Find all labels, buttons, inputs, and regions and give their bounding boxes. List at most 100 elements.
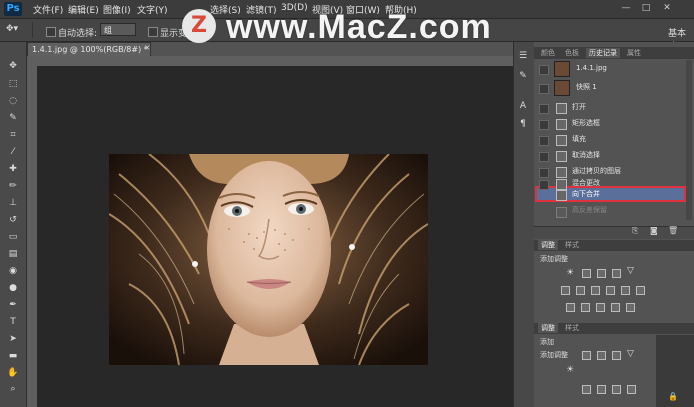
brightness-icon[interactable]: ☀ <box>566 365 574 375</box>
invert-icon[interactable] <box>566 303 575 312</box>
document-close-icon[interactable]: × <box>144 43 151 52</box>
snapshot-name[interactable]: 1.4.1.jpg <box>576 61 607 75</box>
history-panel-icon[interactable]: ☰ <box>516 50 530 62</box>
channel-mixer-icon[interactable] <box>621 286 630 295</box>
auto-select-dropdown[interactable]: 组 <box>100 23 136 36</box>
show-transform-checkbox[interactable] <box>148 27 158 37</box>
history-brush-icon[interactable]: ↺ <box>6 214 20 226</box>
stamp-icon[interactable]: ⊥ <box>6 197 20 209</box>
quick-select-icon[interactable]: ✎ <box>6 112 20 124</box>
history-item[interactable]: 取消选择 <box>572 148 600 162</box>
close-button[interactable]: ✕ <box>660 2 674 14</box>
menu-image[interactable]: 图像(I) <box>103 3 131 16</box>
threshold-icon[interactable] <box>596 303 605 312</box>
posterize-icon[interactable] <box>581 303 590 312</box>
new-document-icon[interactable]: ⎘ <box>632 226 638 236</box>
snapshot-checkbox[interactable] <box>539 65 549 75</box>
gradient-icon[interactable]: ▤ <box>6 248 20 260</box>
tab-styles[interactable]: 样式 <box>562 240 582 250</box>
history-item-undone[interactable]: 高反差保留 <box>572 203 607 217</box>
bw-icon[interactable] <box>591 286 600 295</box>
exposure-icon[interactable] <box>612 269 621 278</box>
auto-select-checkbox[interactable] <box>46 27 56 37</box>
snapshot-thumbnail[interactable] <box>554 61 570 77</box>
tab-history[interactable]: 历史记录 <box>586 48 620 58</box>
tab-adjustments[interactable]: 调整 <box>538 240 558 250</box>
marquee-icon[interactable]: ⬚ <box>6 78 20 90</box>
hue-icon[interactable] <box>561 286 570 295</box>
vibrance-icon[interactable]: ▽ <box>627 349 634 359</box>
fill-icon <box>556 135 567 146</box>
threshold-icon[interactable] <box>612 385 621 394</box>
portrait-image[interactable] <box>109 154 428 365</box>
color-lookup-icon[interactable] <box>636 286 645 295</box>
history-row-checkbox[interactable] <box>539 136 549 146</box>
history-item[interactable]: 矩形选框 <box>572 116 600 130</box>
brush-preset-icon[interactable]: ✎ <box>516 70 530 82</box>
move-icon[interactable]: ✥ <box>6 60 20 72</box>
levels-icon[interactable] <box>582 351 591 360</box>
eyedropper-icon[interactable]: ⁄ <box>6 146 20 158</box>
curves-icon[interactable] <box>597 351 606 360</box>
brush-icon[interactable]: ✏ <box>6 180 20 192</box>
tab-styles-2[interactable]: 样式 <box>562 323 582 333</box>
crop-icon[interactable]: ⌗ <box>6 129 20 141</box>
history-scrollbar[interactable] <box>686 60 692 220</box>
history-row-checkbox[interactable] <box>539 120 549 130</box>
dodge-icon[interactable]: ● <box>6 282 20 294</box>
healing-icon[interactable]: ✚ <box>6 163 20 175</box>
tab-adjustments-2[interactable]: 调整 <box>538 323 558 333</box>
adjustments-title-2b: 添加调整 <box>540 351 568 359</box>
levels-icon[interactable] <box>582 269 591 278</box>
trash-icon[interactable]: 🗑 <box>668 226 678 235</box>
move-tool-icon[interactable]: ✥▾ <box>6 24 18 34</box>
selective-color-icon[interactable] <box>626 303 635 312</box>
eraser-icon[interactable]: ▭ <box>6 231 20 243</box>
exposure-icon[interactable] <box>612 351 621 360</box>
history-row-checkbox[interactable] <box>539 104 549 114</box>
posterize-icon[interactable] <box>597 385 606 394</box>
path-select-icon[interactable]: ➤ <box>6 333 20 345</box>
history-row-checkbox[interactable] <box>539 152 549 162</box>
tab-swatches[interactable]: 色板 <box>562 48 582 58</box>
tab-properties[interactable]: 属性 <box>624 48 644 58</box>
invert-icon[interactable] <box>582 385 591 394</box>
menu-edit[interactable]: 编辑(E) <box>68 3 99 16</box>
maximize-button[interactable]: □ <box>640 2 652 14</box>
color-balance-icon[interactable] <box>576 286 585 295</box>
photo-filter-icon[interactable] <box>606 286 615 295</box>
history-item[interactable]: 打开 <box>572 100 586 114</box>
adjustments-tabs-2 <box>534 323 694 334</box>
history-row-checkbox[interactable] <box>539 180 549 190</box>
gradient-map-icon[interactable] <box>611 303 620 312</box>
history-row-checkbox[interactable] <box>539 168 549 178</box>
lasso-icon[interactable]: ◌ <box>6 95 20 107</box>
snapshot2-checkbox[interactable] <box>539 84 549 94</box>
camera-icon[interactable]: ◙ <box>650 226 658 235</box>
menu-type[interactable]: 文字(Y) <box>137 3 168 16</box>
paragraph-icon[interactable]: ¶ <box>516 118 530 130</box>
tab-color[interactable]: 颜色 <box>538 48 558 58</box>
vibrance-icon[interactable]: ▽ <box>627 266 634 276</box>
photoshop-logo: Ps <box>4 2 22 16</box>
gradient-map-icon[interactable] <box>627 385 636 394</box>
minimize-button[interactable]: — <box>620 2 632 14</box>
snapshot2-name[interactable]: 快照 1 <box>576 80 597 94</box>
blur-icon[interactable]: ◉ <box>6 265 20 277</box>
snapshot2-thumbnail[interactable] <box>554 80 570 96</box>
watermark-logo: Z <box>182 9 216 43</box>
brightness-icon[interactable]: ☀ <box>566 268 574 278</box>
hand-icon[interactable]: ✋ <box>6 367 20 379</box>
menu-file[interactable]: 文件(F) <box>33 3 63 16</box>
curves-icon[interactable] <box>597 269 606 278</box>
shape-icon[interactable]: ▬ <box>6 350 20 362</box>
pen-icon[interactable]: ✒ <box>6 299 20 311</box>
lock-icon[interactable]: 🔒 <box>668 392 678 401</box>
history-item-selected[interactable]: 向下合并 <box>572 187 600 201</box>
character-icon[interactable]: A <box>516 100 530 112</box>
panel-dock-icons <box>513 42 535 407</box>
type-icon[interactable]: T <box>6 316 20 328</box>
document-tab[interactable]: 1.4.1.jpg @ 100%(RGB/8#) * <box>27 42 151 56</box>
history-item[interactable]: 填充 <box>572 132 586 146</box>
zoom-icon[interactable]: ⌕ <box>6 383 20 395</box>
